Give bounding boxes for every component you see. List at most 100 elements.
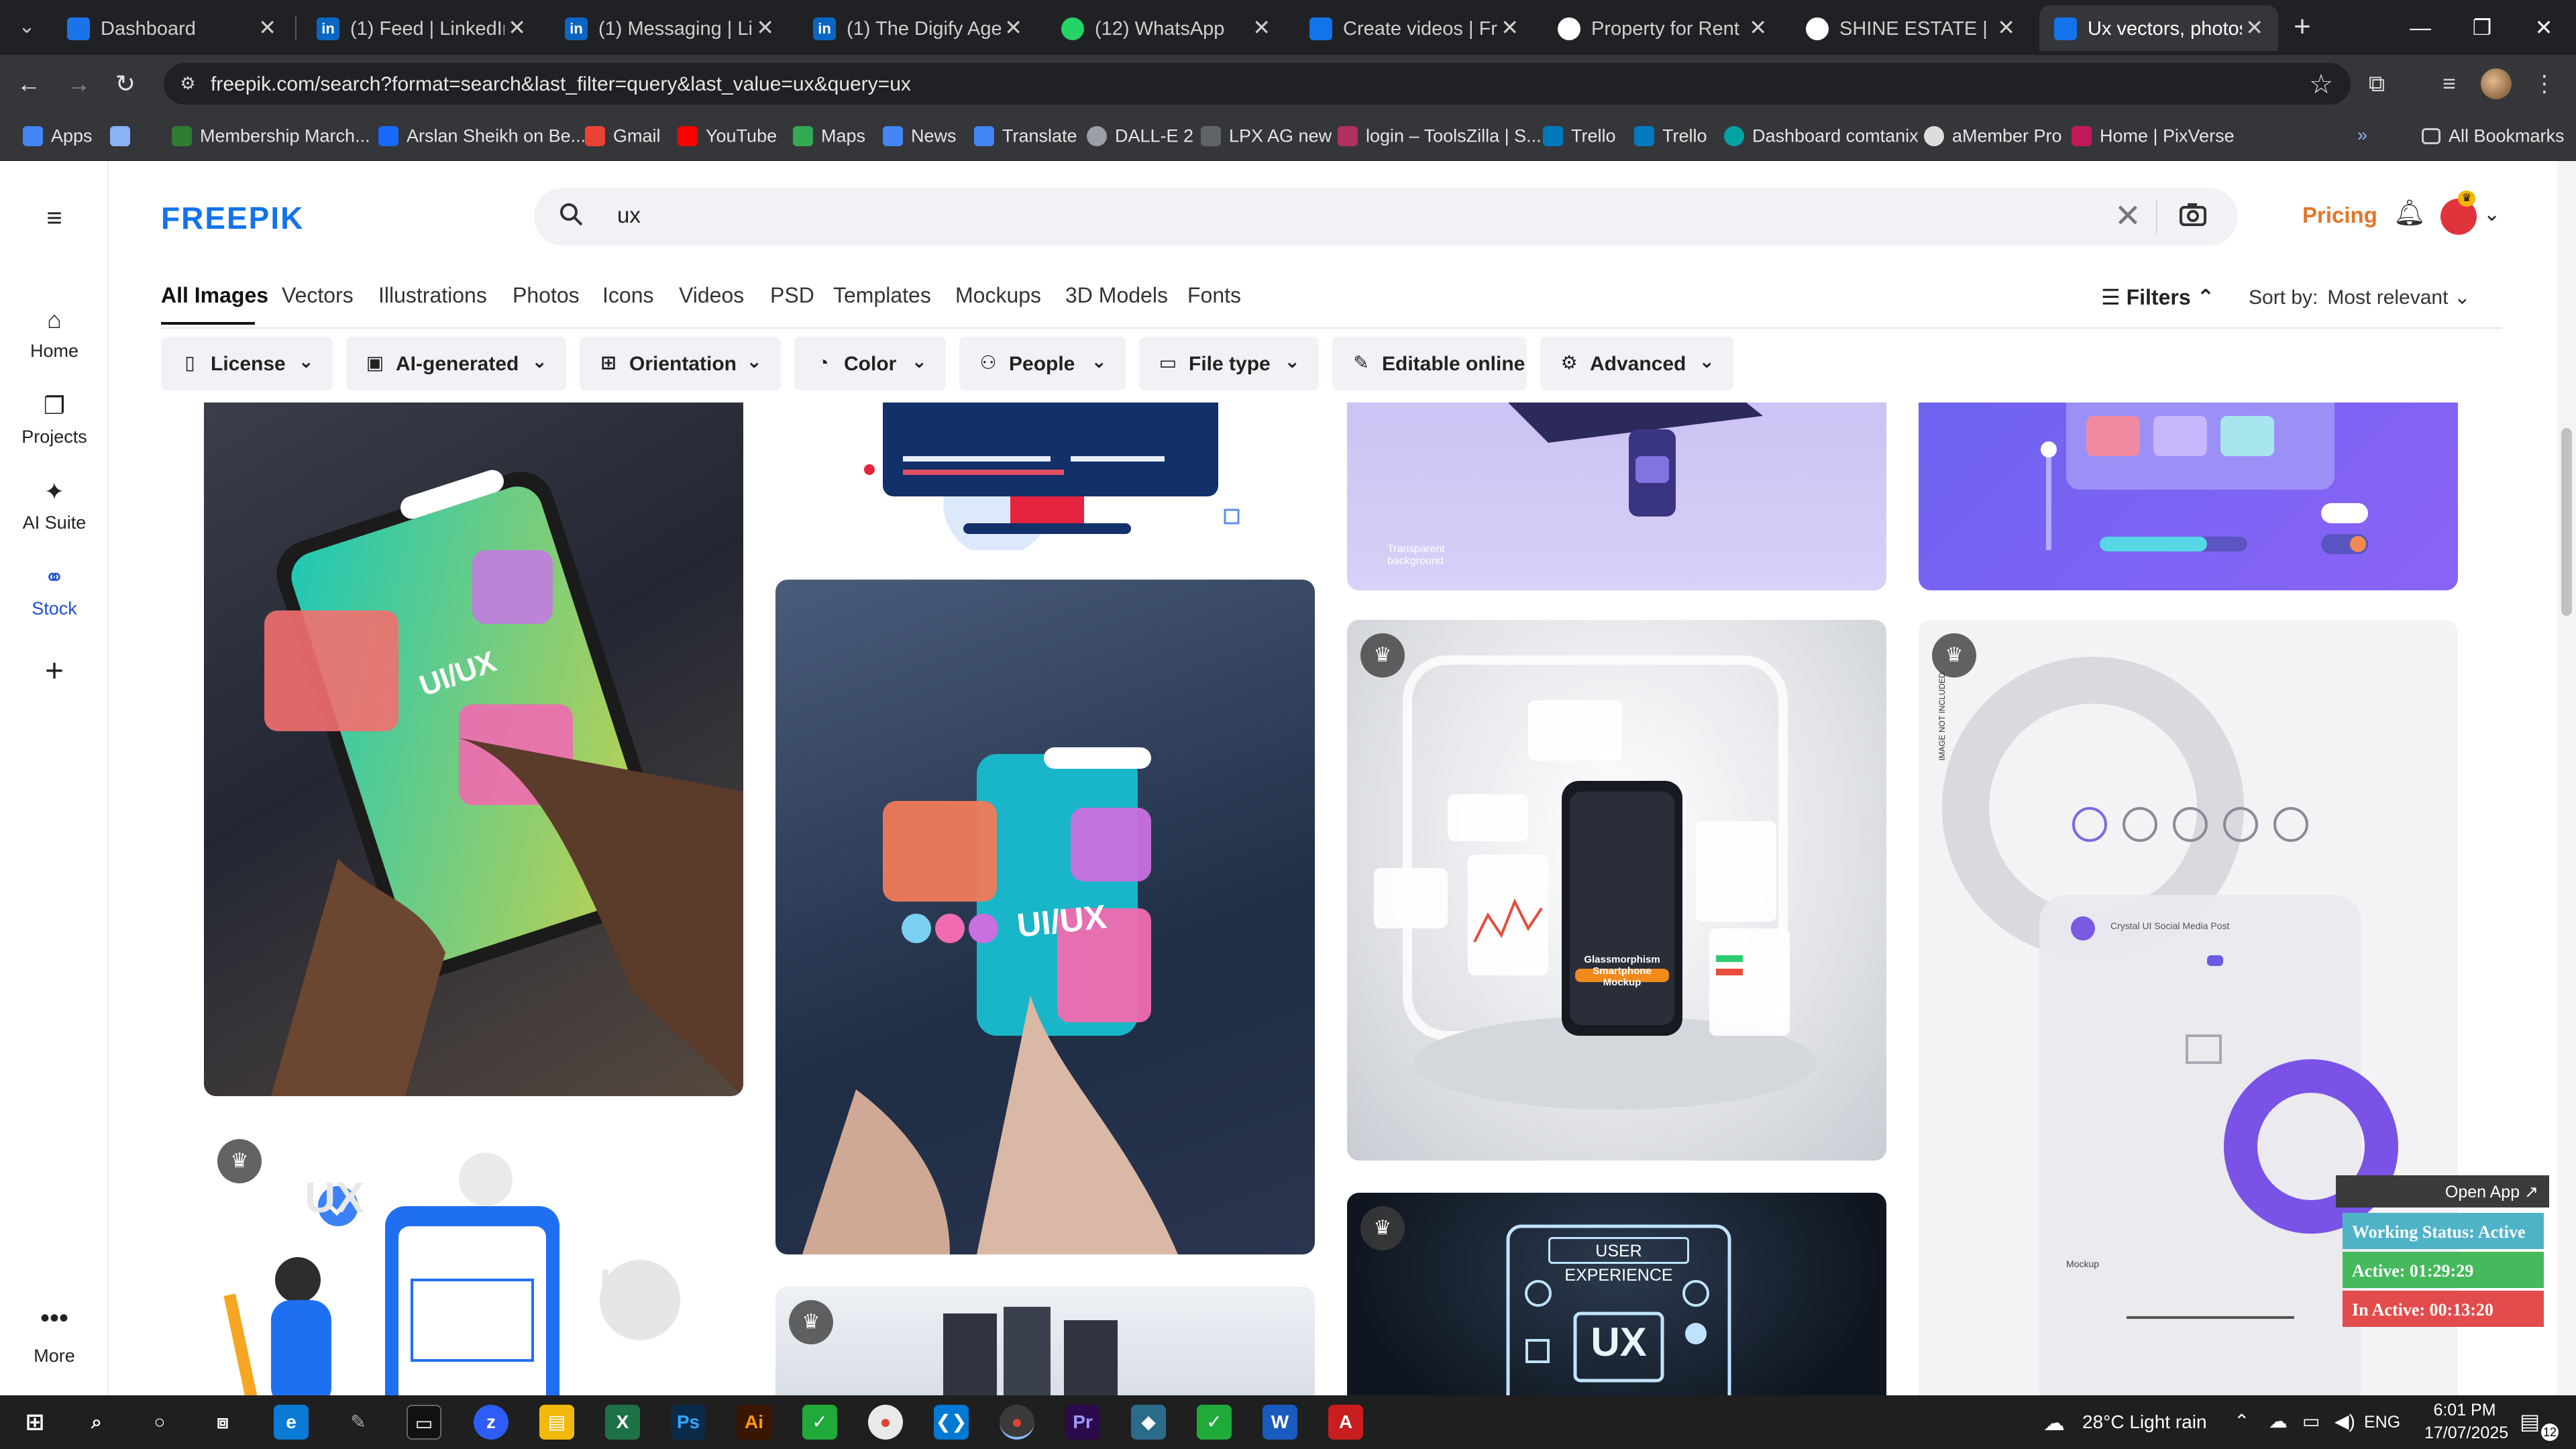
clear-search-icon[interactable]: ✕: [2114, 197, 2141, 235]
cortana-icon[interactable]: ○: [142, 1405, 177, 1440]
bookmark-trello-1[interactable]: Trello: [1543, 125, 1616, 149]
acrobat-icon[interactable]: A: [1328, 1405, 1363, 1440]
rail-item-more[interactable]: ••• More: [7, 1305, 102, 1382]
network-icon[interactable]: ▭: [2302, 1410, 2320, 1432]
tab-ux-vectors-active[interactable]: Ux vectors, photos and ✕: [2039, 5, 2278, 51]
close-tab-icon[interactable]: ✕: [1749, 15, 1767, 40]
tab-freepik-create-videos[interactable]: Create videos | Freepik ✕: [1295, 5, 1534, 51]
pricing-link[interactable]: Pricing: [2302, 203, 2377, 228]
tab-illustrations[interactable]: Illustrations: [378, 283, 487, 308]
filter-people[interactable]: ⚇ People ⌄: [959, 337, 1126, 390]
chrome-menu-icon[interactable]: ⋮: [2529, 68, 2560, 99]
tab-photos[interactable]: Photos: [513, 283, 580, 308]
close-tab-icon[interactable]: ✕: [756, 15, 774, 40]
filter-orientation[interactable]: ⊞ Orientation ⌄: [580, 337, 781, 390]
sort-by-dropdown[interactable]: Sort by: Most relevant ⌄: [2249, 286, 2471, 309]
premiere-icon[interactable]: Pr: [1065, 1405, 1100, 1440]
image-card-glassmorphism-mockup[interactable]: ♛ Glassmorphism Smartphone Mockup: [1347, 620, 1886, 1161]
bookmark-translate[interactable]: Translate: [974, 125, 1077, 149]
rail-item-stock[interactable]: ⚭ Stock: [7, 561, 102, 635]
bookmark-news[interactable]: News: [883, 125, 957, 149]
bookmark-dalle[interactable]: DALL-E 2: [1087, 125, 1193, 149]
language-indicator[interactable]: ENG: [2364, 1413, 2400, 1432]
bookmark-trello-2[interactable]: Trello: [1634, 125, 1707, 149]
upwork-icon[interactable]: ✓: [802, 1405, 837, 1440]
tab-whatsapp[interactable]: (12) WhatsApp ✕: [1046, 5, 1285, 51]
new-tab-plus-icon[interactable]: +: [2285, 9, 2320, 44]
edge-icon[interactable]: e: [274, 1405, 309, 1440]
bookmark-maps[interactable]: Maps: [793, 125, 865, 149]
tab-videos[interactable]: Videos: [679, 283, 744, 308]
tray-chevron-icon[interactable]: ⌃: [2234, 1410, 2249, 1432]
minimize-window-icon[interactable]: —: [2390, 0, 2451, 55]
illustrator-icon[interactable]: Ai: [737, 1405, 771, 1440]
chevron-down-icon[interactable]: ⌄: [2483, 203, 2500, 226]
bookmarks-overflow-chevron-icon[interactable]: »: [2357, 125, 2367, 149]
image-card-purple-dashboard[interactable]: [1919, 402, 2458, 590]
bell-icon[interactable]: 🔔︎: [2393, 199, 2426, 232]
tab-3d-models[interactable]: 3D Models: [1065, 283, 1168, 308]
tab-vectors[interactable]: Vectors: [282, 283, 354, 308]
weather-text[interactable]: 28°C Light rain: [2082, 1411, 2207, 1433]
onedrive-icon[interactable]: ☁: [2269, 1410, 2288, 1432]
rail-item-projects[interactable]: ❐ Projects: [7, 389, 102, 463]
filter-file-type[interactable]: ▭ File type ⌄: [1139, 337, 1319, 390]
task-view-icon[interactable]: ⧈: [205, 1405, 240, 1440]
vscode-icon[interactable]: ❮❯: [934, 1405, 969, 1440]
app-diamond-icon[interactable]: ◆: [1131, 1405, 1166, 1440]
profile-avatar[interactable]: [2481, 68, 2512, 99]
restore-window-icon[interactable]: ❐: [2451, 0, 2513, 55]
tab-linkedin-feed[interactable]: in (1) Feed | LinkedIn ✕: [302, 5, 541, 51]
image-card-ux-illustration[interactable]: ♛ UX UI: [204, 1126, 743, 1395]
excel-icon[interactable]: X: [605, 1405, 640, 1440]
tab-search-chevron-icon[interactable]: ⌄: [12, 12, 42, 42]
site-info-icon[interactable]: ⚙: [177, 73, 199, 95]
all-bookmarks[interactable]: All Bookmarks: [2422, 125, 2565, 149]
bookmark-gmail[interactable]: Gmail: [585, 125, 661, 149]
back-arrow-icon[interactable]: ←: [13, 68, 44, 99]
close-tab-icon[interactable]: ✕: [258, 15, 276, 40]
close-tab-icon[interactable]: ✕: [2245, 15, 2263, 40]
pen-tool-icon[interactable]: ✎: [341, 1405, 376, 1440]
clock-date[interactable]: 17/07/2025: [2424, 1424, 2508, 1443]
tab-fonts[interactable]: Fonts: [1187, 283, 1241, 308]
freepik-logo[interactable]: FREEPIK: [161, 200, 304, 236]
windows-start-icon[interactable]: ⊞: [17, 1405, 52, 1440]
bookmark-toolszilla[interactable]: login – ToolsZilla | S...: [1338, 125, 1542, 149]
tab-shine-estate-olx[interactable]: SHINE ESTATE | OLX ✕: [1791, 5, 2030, 51]
tab-all-images[interactable]: All Images: [161, 283, 268, 308]
extensions-icon[interactable]: ⧉: [2361, 68, 2392, 99]
image-card-user-experience[interactable]: ♛ USER EXPERIENCE UX: [1347, 1193, 1886, 1395]
forward-arrow-icon[interactable]: →: [63, 68, 94, 99]
close-window-icon[interactable]: ✕: [2513, 0, 2575, 55]
bookmark-youtube[interactable]: YouTube: [678, 125, 777, 149]
tab-icons[interactable]: Icons: [602, 283, 653, 308]
close-tab-icon[interactable]: ✕: [1997, 15, 2015, 40]
bookmark-comtanix[interactable]: Dashboard comtanix: [1724, 125, 1919, 149]
close-tab-icon[interactable]: ✕: [1252, 15, 1271, 40]
zoom-icon[interactable]: z: [474, 1405, 508, 1440]
bookmark-lpx[interactable]: LPX AG new: [1201, 125, 1332, 149]
tab-templates[interactable]: Templates: [833, 283, 931, 308]
image-card-dark-mockup[interactable]: ♛: [775, 1287, 1315, 1395]
file-explorer-icon[interactable]: ▤: [539, 1405, 574, 1440]
image-card-purple-phone[interactable]: Transparent background: [1347, 402, 1886, 590]
search-bar[interactable]: ux ✕: [534, 188, 2238, 246]
address-bar[interactable]: ⚙ freepik.com/search?format=search&last_…: [164, 63, 2351, 105]
search-input[interactable]: ux: [617, 203, 641, 228]
close-tab-icon[interactable]: ✕: [508, 15, 526, 40]
notifications-icon[interactable]: ▤: [2520, 1409, 2540, 1434]
tab-psd[interactable]: PSD: [770, 283, 814, 308]
chrome-active-icon[interactable]: ●: [1000, 1405, 1034, 1440]
terminal-icon[interactable]: ▭: [407, 1405, 441, 1440]
media-queue-icon[interactable]: ≡: [2434, 68, 2465, 99]
image-card-hands-phone-uiux[interactable]: UI/UX: [775, 580, 1315, 1254]
image-card-monitor-illustration[interactable]: [775, 402, 1315, 550]
volume-icon[interactable]: ◀): [2334, 1410, 2355, 1432]
close-tab-icon[interactable]: ✕: [1501, 15, 1519, 40]
chrome-icon[interactable]: ●: [868, 1405, 903, 1440]
filters-toggle-button[interactable]: ☰ Filters ⌃: [2101, 284, 2214, 310]
rail-add-button[interactable]: +: [7, 655, 102, 729]
filter-ai-generated[interactable]: ▣ AI-generated ⌄: [346, 337, 566, 390]
bookmark-pixverse[interactable]: Home | PixVerse: [2072, 125, 2235, 149]
